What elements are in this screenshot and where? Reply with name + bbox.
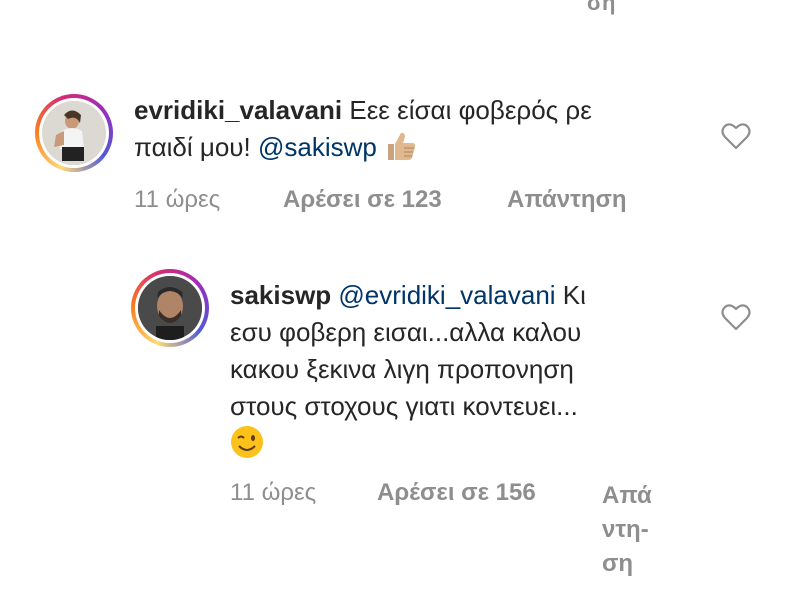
comment-body: sakiswp @evridiki_valavani Κι εσυ φοβερη… [230,277,710,469]
comment-text-line: εσυ φοβερη εισαι...αλλα καλου [230,317,582,347]
comment-username[interactable]: sakiswp [230,280,331,310]
likes-count[interactable]: Αρέσει σε 123 [283,186,442,214]
reply-button[interactable]: Απά ντη- ση [602,479,652,581]
comment-username[interactable]: evridiki_valavani [134,95,342,125]
comment-meta: 11 ώρες Αρέσει σε 156 Απά ντη- ση [230,479,670,599]
timestamp: 11 ώρες [230,479,317,506]
timestamp: 11 ώρες [134,186,221,213]
comment-text-line: κακου ξεκινα λιγη προπονηση [230,354,574,384]
likes-count[interactable]: Αρέσει σε 156 [377,479,536,507]
heart-icon[interactable] [721,303,751,331]
comment-body: evridiki_valavani Εεε είσαι φοβερός ρε π… [134,92,704,172]
previous-reply-fragment[interactable]: ση [587,0,647,20]
comment-text: Εεε είσαι φοβερός ρε [349,95,592,125]
comment-meta: 11 ώρες Αρέσει σε 123 Απάντηση [134,186,694,216]
reply-button[interactable]: Απάντηση [507,186,627,214]
winking-face-emoji [230,425,264,469]
heart-icon[interactable] [721,122,751,150]
comment-sakiswp: sakiswp @evridiki_valavani Κι εσυ φοβερη… [0,265,800,611]
comment-text-line2: παιδί μου! [134,132,251,162]
thumbs-up-emoji [384,130,418,172]
comment-evridiki: evridiki_valavani Εεε είσαι φοβερός ρε π… [0,80,800,230]
profile-photo [138,276,202,340]
comment-text-line: στους στοχους γιατι κοντευει... [230,391,578,421]
profile-photo [42,101,106,165]
mention-link[interactable]: @sakiswp [258,132,377,162]
avatar[interactable] [131,269,209,347]
avatar[interactable] [35,94,113,172]
mention-link[interactable]: @evridiki_valavani [338,280,555,310]
comment-text: Κι [562,280,586,310]
